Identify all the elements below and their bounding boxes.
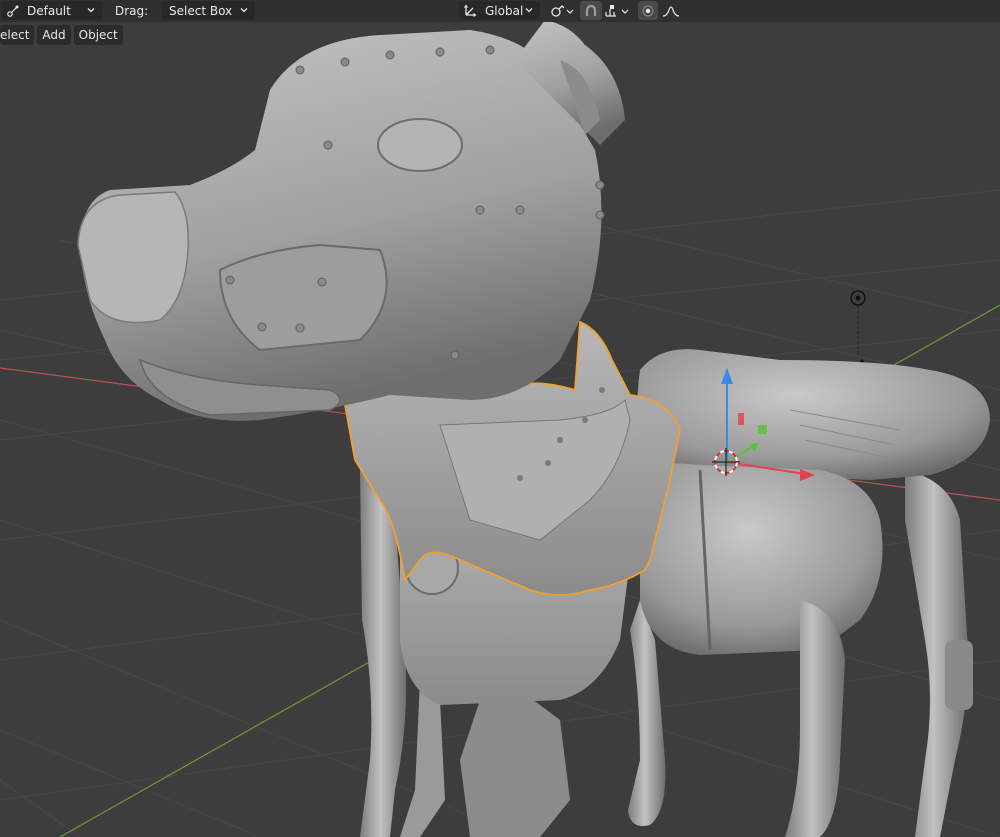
drag-mode-value: Select Box bbox=[169, 3, 233, 18]
dog-eye[interactable] bbox=[377, 118, 463, 172]
transform-pivot-value: Default bbox=[27, 3, 71, 18]
transform-pivot-icon bbox=[7, 5, 19, 17]
transform-pivot-dropdown[interactable]: Default bbox=[2, 1, 102, 20]
add-menu[interactable]: Add bbox=[37, 25, 71, 45]
transform-orientation-dropdown[interactable]: Global bbox=[459, 1, 540, 20]
falloff-curve-icon bbox=[662, 5, 680, 17]
select-menu[interactable]: elect bbox=[0, 25, 35, 45]
gizmo-yz-plane[interactable] bbox=[758, 425, 767, 434]
proportional-editing-icon bbox=[642, 5, 654, 16]
falloff-dropdown[interactable] bbox=[660, 1, 690, 20]
transform-affect-button[interactable] bbox=[547, 1, 577, 20]
3d-viewport[interactable] bbox=[0, 0, 1000, 837]
viewport-menu-bar: elect Add Object bbox=[0, 25, 123, 45]
chevron-down-icon bbox=[525, 8, 533, 13]
viewport-header: Default Drag: Select Box Global bbox=[0, 0, 1000, 22]
drag-mode-dropdown[interactable]: Select Box bbox=[162, 1, 255, 20]
link-icon bbox=[551, 4, 574, 17]
chevron-down-icon bbox=[240, 8, 248, 13]
object-menu[interactable]: Object bbox=[73, 25, 123, 45]
snout[interactable] bbox=[77, 191, 189, 324]
drag-label: Drag: bbox=[115, 4, 149, 18]
snap-toggle-button[interactable] bbox=[580, 1, 602, 20]
transform-orientation-icon bbox=[464, 4, 477, 17]
gizmo-xz-plane[interactable] bbox=[738, 413, 744, 425]
hip-joint[interactable] bbox=[640, 463, 883, 655]
snap-increment-icon bbox=[605, 4, 629, 17]
chevron-down-icon bbox=[87, 8, 95, 13]
transform-orientation-value: Global bbox=[485, 3, 524, 18]
proportional-editing-toggle[interactable] bbox=[638, 1, 658, 20]
magnet-icon bbox=[585, 4, 597, 16]
snap-target-dropdown[interactable] bbox=[603, 1, 633, 20]
